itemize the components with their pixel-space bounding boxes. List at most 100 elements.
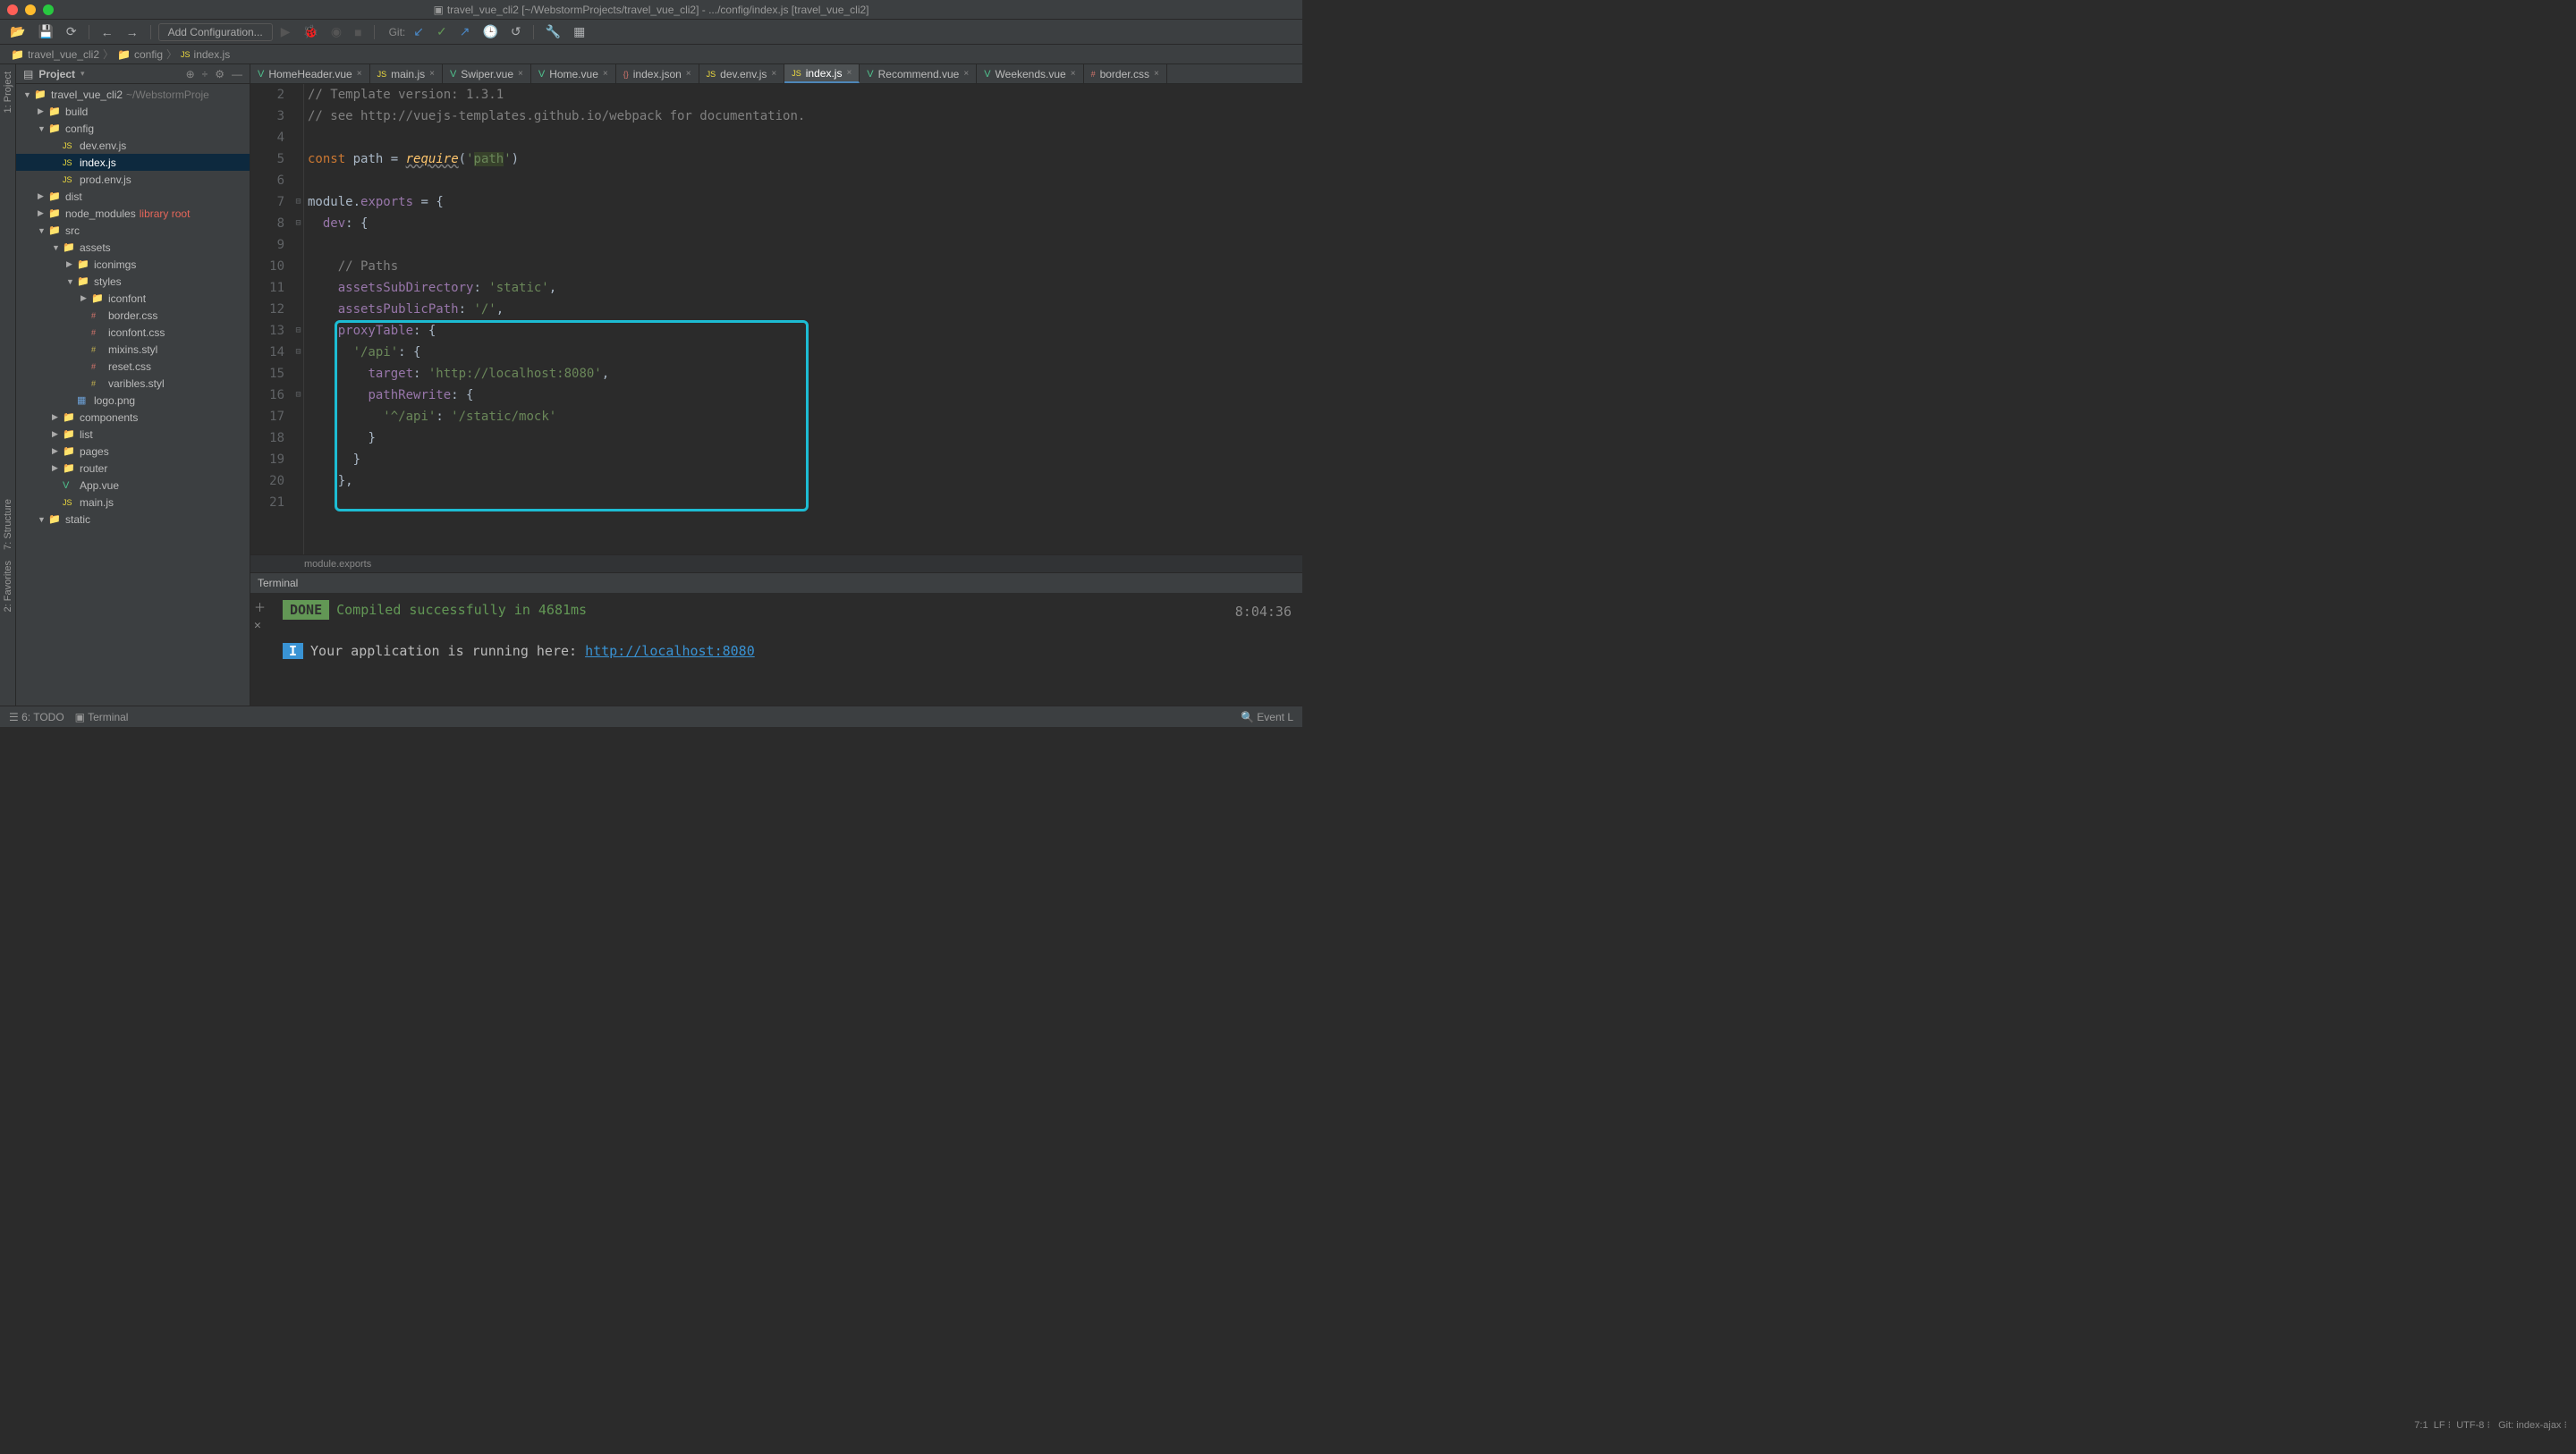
expand-arrow-icon[interactable]: ▶ — [52, 446, 61, 456]
tree-item[interactable]: ▶📁iconfont — [16, 290, 250, 307]
line-number[interactable]: 9 — [250, 234, 284, 256]
editor-tab[interactable]: JSindex.js× — [784, 64, 860, 83]
fold-marker[interactable] — [293, 127, 303, 148]
project-tree[interactable]: ▼📁travel_vue_cli2 ~/WebstormProje▶📁build… — [16, 84, 250, 706]
forward-icon[interactable]: → — [122, 22, 143, 42]
fold-marker[interactable] — [293, 277, 303, 299]
line-number[interactable]: 15 — [250, 363, 284, 385]
tree-item[interactable]: ▶📁list — [16, 426, 250, 443]
expand-arrow-icon[interactable]: ▶ — [66, 259, 75, 269]
code-line[interactable]: }, — [308, 470, 1302, 492]
rail-structure-tab[interactable]: 7: Structure — [3, 499, 13, 550]
status-terminal[interactable]: ▣ Terminal — [75, 711, 129, 723]
line-number[interactable]: 4 — [250, 127, 284, 148]
close-tab-icon[interactable]: × — [1154, 69, 1159, 79]
breadcrumb-item[interactable]: 📁config — [114, 48, 166, 61]
fold-marker[interactable] — [293, 234, 303, 256]
line-separator[interactable]: LF ⁝ — [2434, 1420, 2451, 1431]
expand-arrow-icon[interactable]: ▼ — [66, 277, 75, 286]
code-line[interactable]: // see http://vuejs-templates.github.io/… — [308, 106, 1302, 127]
line-number[interactable]: 2 — [250, 84, 284, 106]
hide-panel-icon[interactable]: — — [232, 68, 242, 80]
compare-icon[interactable]: ↗ — [455, 21, 475, 42]
fold-marker[interactable] — [293, 449, 303, 470]
coverage-icon[interactable]: ◉ — [326, 21, 346, 42]
tree-item[interactable]: ▶📁pages — [16, 443, 250, 460]
expand-arrow-icon[interactable]: ▼ — [23, 90, 32, 99]
code-line[interactable] — [308, 492, 1302, 513]
tree-item[interactable]: #varibles.styl — [16, 375, 250, 392]
editor-tab[interactable]: VHome.vue× — [531, 64, 616, 83]
fold-marker[interactable] — [293, 492, 303, 513]
fold-marker[interactable] — [293, 84, 303, 106]
fold-marker[interactable] — [293, 106, 303, 127]
file-encoding[interactable]: UTF-8 ⁝ — [2456, 1420, 2490, 1431]
close-tab-icon[interactable]: × — [429, 69, 435, 79]
code-line[interactable]: assetsPublicPath: '/', — [308, 299, 1302, 320]
terminal-close-icon[interactable]: ✕ — [254, 619, 266, 632]
tree-item[interactable]: #mixins.styl — [16, 341, 250, 358]
fold-marker[interactable] — [293, 363, 303, 385]
stop-icon[interactable]: ■ — [350, 22, 366, 42]
expand-arrow-icon[interactable]: ▶ — [80, 293, 89, 303]
tree-item[interactable]: ▼📁src — [16, 222, 250, 239]
revert-icon[interactable]: ↺ — [506, 21, 526, 42]
editor-tab[interactable]: VHomeHeader.vue× — [250, 64, 370, 83]
fold-marker[interactable]: ⊟ — [293, 191, 303, 213]
debug-icon[interactable]: 🐞 — [298, 21, 322, 42]
fold-marker[interactable]: ⊟ — [293, 342, 303, 363]
git-branch[interactable]: Git: index-ajax ⁝ — [2498, 1420, 2567, 1431]
line-number[interactable]: 10 — [250, 256, 284, 277]
save-icon[interactable]: 💾 — [33, 21, 57, 42]
tree-item[interactable]: #reset.css — [16, 358, 250, 375]
code-line[interactable]: module.exports = { — [308, 191, 1302, 213]
expand-arrow-icon[interactable]: ▶ — [52, 463, 61, 473]
close-tab-icon[interactable]: × — [963, 69, 969, 79]
terminal-add-icon[interactable]: ＋ — [254, 598, 266, 615]
line-number[interactable]: 7 — [250, 191, 284, 213]
tree-item[interactable]: ▶📁iconimgs — [16, 256, 250, 273]
add-configuration-button[interactable]: Add Configuration... — [158, 23, 273, 41]
tree-item[interactable]: ▼📁styles — [16, 273, 250, 290]
terminal-header[interactable]: Terminal — [250, 573, 1302, 593]
tree-item[interactable]: JSmain.js — [16, 494, 250, 511]
terminal-body[interactable]: ＋ ✕ 8:04:36 DONE Compiled successfully i… — [250, 593, 1302, 706]
close-tab-icon[interactable]: × — [686, 69, 691, 79]
fold-marker[interactable]: ⊟ — [293, 385, 303, 406]
expand-arrow-icon[interactable]: ▼ — [38, 226, 47, 235]
editor-tab[interactable]: VRecommend.vue× — [860, 64, 977, 83]
project-structure-icon[interactable]: ▦ — [569, 21, 589, 42]
expand-arrow-icon[interactable]: ▶ — [52, 412, 61, 422]
tree-item[interactable]: JSdev.env.js — [16, 137, 250, 154]
fold-marker[interactable] — [293, 470, 303, 492]
line-number[interactable]: 11 — [250, 277, 284, 299]
line-number[interactable]: 8 — [250, 213, 284, 234]
close-tab-icon[interactable]: × — [1071, 69, 1076, 79]
expand-arrow-icon[interactable]: ▼ — [38, 124, 47, 133]
line-number[interactable]: 20 — [250, 470, 284, 492]
code-line[interactable]: const path = require('path') — [308, 148, 1302, 170]
tree-item[interactable]: ▶📁dist — [16, 188, 250, 205]
code-line[interactable]: assetsSubDirectory: 'static', — [308, 277, 1302, 299]
status-todo[interactable]: ☰ 6: TODO — [9, 711, 64, 723]
collapse-all-icon[interactable]: ÷ — [202, 68, 208, 80]
expand-arrow-icon[interactable]: ▶ — [52, 429, 61, 439]
close-tab-icon[interactable]: × — [603, 69, 608, 79]
tree-item[interactable]: ▶📁node_modules library root — [16, 205, 250, 222]
code-line[interactable]: // Template version: 1.3.1 — [308, 84, 1302, 106]
code-line[interactable]: proxyTable: { — [308, 320, 1302, 342]
line-number[interactable]: 16 — [250, 385, 284, 406]
code-line[interactable]: target: 'http://localhost:8080', — [308, 363, 1302, 385]
fold-marker[interactable]: ⊟ — [293, 320, 303, 342]
rail-project-tab[interactable]: 1: Project — [3, 72, 13, 113]
commit-icon[interactable]: ✓ — [432, 21, 452, 42]
line-number[interactable]: 14 — [250, 342, 284, 363]
fold-marker[interactable] — [293, 427, 303, 449]
expand-arrow-icon[interactable]: ▼ — [52, 243, 61, 252]
breadcrumb-item[interactable]: JSindex.js — [177, 48, 233, 61]
rail-favorites-tab[interactable]: 2: Favorites — [3, 561, 13, 612]
tree-item[interactable]: ▼📁assets — [16, 239, 250, 256]
breadcrumb-item[interactable]: 📁travel_vue_cli2 — [7, 48, 103, 61]
close-tab-icon[interactable]: × — [771, 69, 776, 79]
fold-marker[interactable] — [293, 299, 303, 320]
